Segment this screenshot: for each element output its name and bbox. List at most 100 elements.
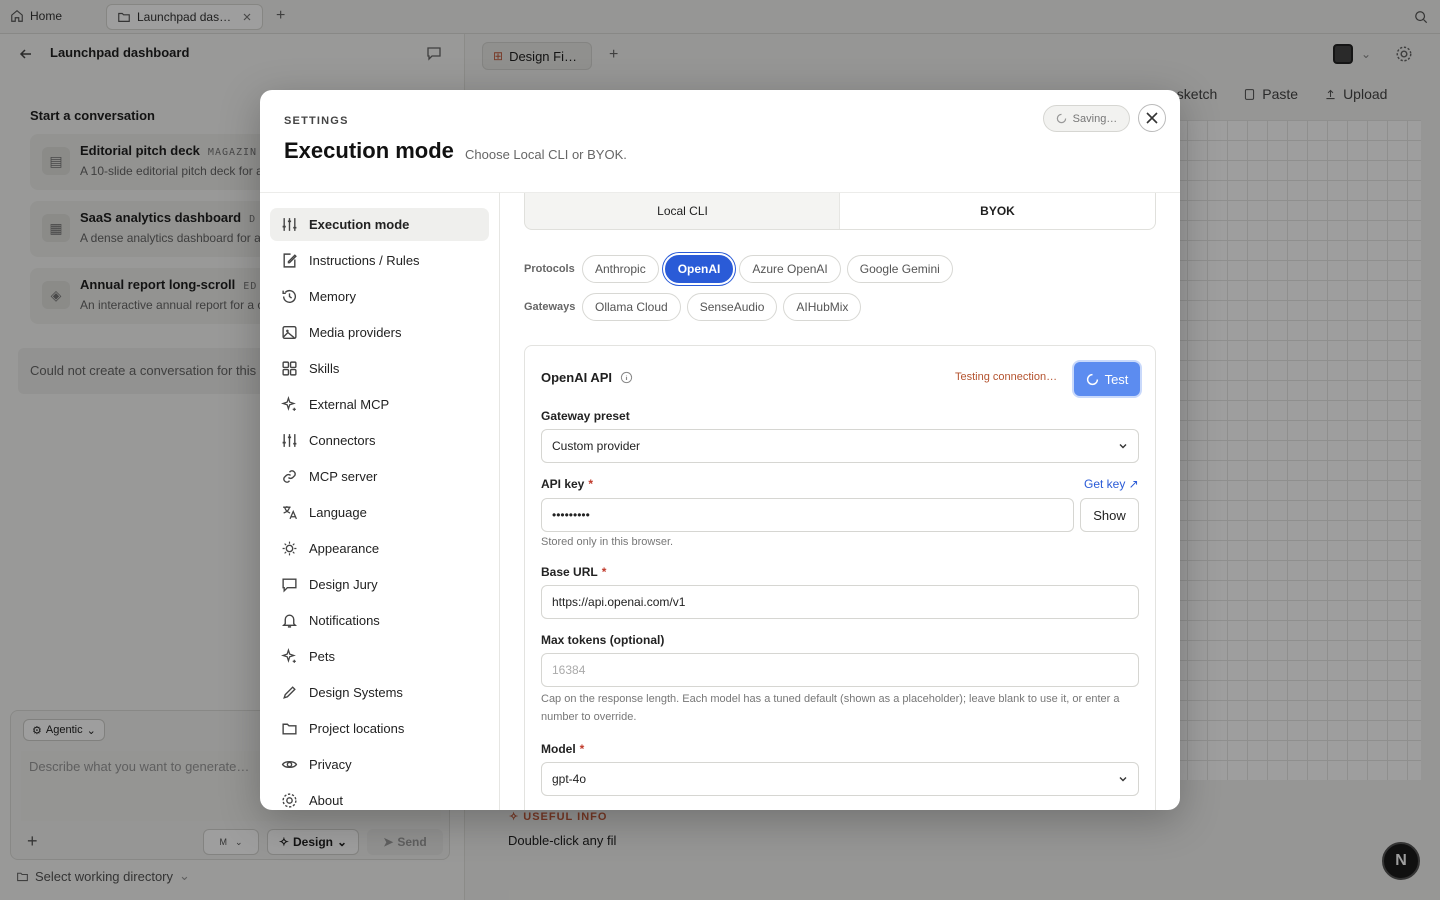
nav-item-mcp-server[interactable]: MCP server <box>270 460 489 493</box>
model-label-text: Model <box>541 742 576 756</box>
base-url-label-text: Base URL <box>541 565 598 579</box>
base-url-label: Base URL * <box>541 565 606 579</box>
nav-item-media-providers[interactable]: Media providers <box>270 316 489 349</box>
protocol-chip-anthropic[interactable]: Anthropic <box>582 255 659 283</box>
execution-mode-toggle: Local CLI BYOK <box>524 193 1156 230</box>
nav-item-label: Execution mode <box>309 217 410 232</box>
nav-item-label: Language <box>309 505 367 520</box>
nav-item-skills[interactable]: Skills <box>270 352 489 385</box>
protocols-label: Protocols <box>524 263 575 275</box>
folder-icon <box>282 723 297 735</box>
sun-icon <box>282 541 297 556</box>
gateway-preset-select[interactable]: Custom provider <box>541 429 1139 463</box>
protocol-chip-openai[interactable]: OpenAI <box>664 255 734 283</box>
required-mark: * <box>579 742 585 756</box>
segment-local-cli[interactable]: Local CLI <box>525 193 840 229</box>
base-url-input[interactable]: https://api.openai.com/v1 <box>541 585 1139 619</box>
settings-kicker: SETTINGS <box>284 115 349 127</box>
info-icon[interactable] <box>620 371 633 384</box>
provider-card: OpenAI API Testing connection… Test Gate… <box>524 345 1156 810</box>
test-button[interactable]: Test <box>1074 362 1140 396</box>
model-value: gpt-4o <box>552 772 587 786</box>
settings-nav: Execution mode Instructions / Rules Memory… <box>260 192 500 810</box>
nav-item-external-mcp[interactable]: External MCP <box>270 388 489 421</box>
nav-item-instructions-rules[interactable]: Instructions / Rules <box>270 244 489 277</box>
test-label: Test <box>1104 371 1129 387</box>
nav-item-label: MCP server <box>309 469 378 484</box>
nav-item-label: Design Jury <box>309 577 378 592</box>
history-icon <box>282 289 297 303</box>
nav-item-design-jury[interactable]: Design Jury <box>270 568 489 601</box>
nav-item-label: Skills <box>309 361 340 376</box>
gateways-label: Gateways <box>524 301 576 313</box>
saving-status: Saving… <box>1043 105 1130 132</box>
nav-item-appearance[interactable]: Appearance <box>270 532 489 565</box>
get-key-link[interactable]: Get key ↗ <box>1084 477 1139 491</box>
nav-item-label: Media providers <box>309 325 402 340</box>
nav-item-pets[interactable]: Pets <box>270 640 489 673</box>
nav-item-language[interactable]: Language <box>270 496 489 529</box>
link-icon <box>283 470 296 483</box>
api-key-label-text: API key <box>541 477 585 491</box>
required-mark: * <box>588 477 594 491</box>
nav-item-design-systems[interactable]: Design Systems <box>270 676 489 709</box>
model-select[interactable]: gpt-4o <box>541 762 1139 796</box>
nav-item-label: Notifications <box>309 613 380 628</box>
saving-label: Saving… <box>1072 112 1118 125</box>
close-icon <box>1146 112 1158 124</box>
modal-subtitle: Choose Local CLI or BYOK. <box>465 147 627 162</box>
api-key-label: API key * <box>541 477 593 491</box>
protocol-chip-azure-openai[interactable]: Azure OpenAI <box>739 255 841 283</box>
nav-item-label: Connectors <box>309 433 376 448</box>
sparkle-icon <box>281 396 296 411</box>
sparkle-icon <box>281 648 296 663</box>
spinner-icon <box>1056 113 1066 124</box>
gateway-chip-senseaudio[interactable]: SenseAudio <box>686 293 778 321</box>
segment-byok[interactable]: BYOK <box>840 193 1155 229</box>
model-label: Model * <box>541 742 584 756</box>
chat-icon <box>282 578 297 593</box>
nav-item-label: Instructions / Rules <box>309 253 420 268</box>
gateway-chip-ollama-cloud[interactable]: Ollama Cloud <box>582 293 681 321</box>
protocol-chip-google-gemini[interactable]: Google Gemini <box>846 255 953 283</box>
grid-icon <box>282 361 297 376</box>
protocols-row: Protocols Anthropic OpenAI Azure OpenAI … <box>524 255 953 283</box>
nav-item-privacy[interactable]: Privacy <box>270 748 489 781</box>
gateway-preset-label: Gateway preset <box>541 409 630 423</box>
api-key-input[interactable]: ••••••••• <box>541 498 1074 532</box>
nav-item-memory[interactable]: Memory <box>270 280 489 313</box>
gateway-preset-value: Custom provider <box>552 439 641 453</box>
modal-title: Execution mode <box>284 138 454 163</box>
provider-title: OpenAI API <box>541 370 633 385</box>
sliders-icon <box>282 434 297 447</box>
nav-item-project-locations[interactable]: Project locations <box>270 712 489 745</box>
pen-icon <box>283 686 296 699</box>
nav-item-label: Privacy <box>309 757 352 772</box>
settings-content: Local CLI BYOK Protocols Anthropic OpenA… <box>500 192 1180 810</box>
nav-item-label: Memory <box>309 289 356 304</box>
required-mark: * <box>601 565 607 579</box>
chevron-down-icon <box>1119 777 1127 782</box>
nav-item-label: Design Systems <box>309 685 403 700</box>
connection-status: Testing connection… <box>955 371 1058 383</box>
close-button[interactable] <box>1138 104 1166 132</box>
show-key-button[interactable]: Show <box>1080 498 1139 532</box>
sliders-icon <box>282 218 297 231</box>
eye-icon <box>281 761 298 768</box>
nav-item-execution-mode[interactable]: Execution mode <box>270 208 489 241</box>
bell-icon <box>281 614 298 628</box>
gateway-chip-aihubmix[interactable]: AIHubMix <box>783 293 862 321</box>
gear-icon <box>282 793 297 808</box>
translate-icon <box>283 506 297 520</box>
max-tokens-label: Max tokens (optional) <box>541 633 665 647</box>
nav-item-about[interactable]: About <box>270 784 489 810</box>
settings-modal: SETTINGS Execution mode Choose Local CLI… <box>260 90 1180 810</box>
nav-item-connectors[interactable]: Connectors <box>270 424 489 457</box>
nav-item-label: Project locations <box>309 721 405 736</box>
edit-icon <box>283 253 297 268</box>
image-icon <box>282 325 297 340</box>
nav-item-label: Pets <box>309 649 336 664</box>
nav-item-notifications[interactable]: Notifications <box>270 604 489 637</box>
provider-title-text: OpenAI API <box>541 370 613 385</box>
max-tokens-input[interactable]: 16384 <box>541 653 1139 687</box>
